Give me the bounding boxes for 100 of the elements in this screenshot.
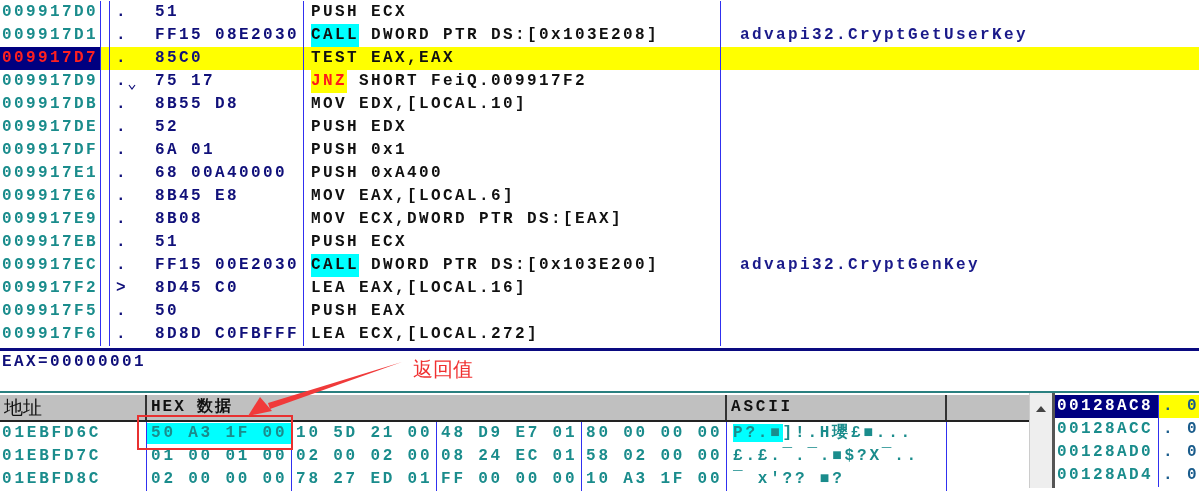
comment: advapi32.CryptGetUserKey — [740, 26, 1029, 44]
branch-marker: . — [116, 301, 128, 322]
branch-marker: . — [116, 48, 128, 69]
branch-marker: . — [116, 232, 128, 253]
address-cell[interactable]: 009917DE — [0, 116, 101, 139]
stack-value: . 0 — [1162, 419, 1199, 440]
hex-cell: 75 17 — [155, 70, 304, 93]
address-cell[interactable]: 009917D9 — [0, 70, 101, 93]
hex-cell: 10 A3 1F 00 — [582, 468, 727, 491]
branch-marker: . — [116, 117, 128, 138]
hex-cell: 68 00A40000 — [155, 162, 304, 185]
operands: DWORD PTR DS:[0x103E208] — [371, 25, 660, 46]
hex-cell: 52 — [155, 116, 304, 139]
branch-marker: . — [116, 163, 128, 184]
operands: ECX,DWORD PTR DS:[EAX] — [359, 209, 624, 230]
hex-cell: FF 00 00 00 — [437, 468, 582, 491]
operands: EAX,[LOCAL.16] — [359, 278, 528, 299]
operands: SHORT FeiQ.009917F2 — [359, 71, 588, 92]
branch-marker: . — [116, 94, 128, 115]
address-cell[interactable]: 009917D7 — [0, 47, 101, 70]
hex-cell: 10 5D 21 00 — [292, 422, 437, 445]
mnemonic: MOV — [311, 94, 347, 115]
mnemonic: MOV — [311, 186, 347, 207]
address-cell: 01EBFD7C — [0, 445, 147, 468]
operands: EDX — [371, 117, 408, 138]
branch-marker: . — [116, 255, 128, 276]
address-cell[interactable]: 009917E1 — [0, 162, 101, 185]
operands: EAX,EAX — [371, 48, 456, 69]
address-cell[interactable]: 00128AD0 — [1055, 441, 1159, 464]
ascii-text: £.£.¯.¯.■$?X¯.. — [733, 447, 920, 465]
address-cell[interactable]: 00128ACC — [1055, 418, 1159, 441]
stack-value: . 0 — [1162, 442, 1199, 463]
mnemonic: PUSH — [311, 301, 359, 322]
ascii-text: P?.■ — [733, 424, 783, 442]
branch-marker: . — [116, 140, 128, 161]
annotation-label: 返回值 — [413, 356, 473, 383]
branch-marker: . — [116, 186, 128, 207]
address-cell[interactable]: 009917EB — [0, 231, 101, 254]
branch-marker: . — [116, 209, 128, 230]
mnemonic: JNZ — [311, 70, 347, 93]
hex-cell: 48 D9 E7 01 — [437, 422, 582, 445]
operands: 0xA400 — [371, 163, 444, 184]
address-cell[interactable]: 00128AD4 — [1055, 464, 1159, 487]
stack-value: . 0 — [1162, 465, 1199, 486]
operands: DWORD PTR DS:[0x103E200] — [371, 255, 660, 276]
hex-cell: 58 02 00 00 — [582, 445, 727, 468]
address-cell: 01EBFD8C — [0, 468, 147, 491]
address-cell[interactable]: 009917F5 — [0, 300, 101, 323]
address-cell[interactable]: 009917E6 — [0, 185, 101, 208]
branch-marker: . — [116, 25, 128, 46]
stack-value: . 0 — [1159, 395, 1199, 418]
address-cell[interactable]: 009917DF — [0, 139, 101, 162]
hex-cell: 08 24 EC 01 — [437, 445, 582, 468]
hex-cell: 51 — [155, 1, 304, 24]
branch-marker: > — [116, 278, 128, 299]
mnemonic: PUSH — [311, 2, 359, 23]
address-cell[interactable]: 009917E9 — [0, 208, 101, 231]
address-cell[interactable]: 009917EC — [0, 254, 101, 277]
column-header: 地址 — [0, 395, 147, 420]
branch-marker: . — [116, 324, 128, 345]
mnemonic: PUSH — [311, 140, 359, 161]
mnemonic: TEST — [311, 48, 359, 69]
hex-cell: 80 00 00 00 — [582, 422, 727, 445]
hex-cell: 51 — [155, 231, 304, 254]
hex-cell: 78 27 ED 01 — [292, 468, 437, 491]
hex-cell: 50 — [155, 300, 304, 323]
mnemonic: PUSH — [311, 117, 359, 138]
mnemonic: CALL — [311, 24, 359, 47]
hex-cell: 02 00 02 00 — [292, 445, 437, 468]
hex-cell: FF15 00E2030 — [155, 254, 304, 277]
hex-cell: 50 A3 1F 00 — [147, 423, 292, 444]
ascii-text: ]!.H瓔£■... — [782, 424, 914, 442]
operands: EAX — [371, 301, 408, 322]
hex-cell: 02 00 00 00 — [147, 468, 292, 491]
column-header: ASCII — [727, 395, 947, 420]
branch-marker: . — [116, 71, 128, 92]
branch-marker: . — [116, 2, 128, 23]
hex-cell: 8D45 C0 — [155, 277, 304, 300]
address-cell[interactable]: 009917DB — [0, 93, 101, 116]
hex-cell: 6A 01 — [155, 139, 304, 162]
mnemonic: MOV — [311, 209, 347, 230]
address-cell[interactable]: 009917F6 — [0, 323, 101, 346]
mnemonic: PUSH — [311, 232, 359, 253]
operands: 0x1 — [371, 140, 408, 161]
hex-cell: 8D8D C0FBFFF — [155, 323, 304, 346]
register-value: EAX=00000001 — [2, 353, 147, 371]
mnemonic: LEA — [311, 278, 347, 299]
address-cell[interactable]: 009917D0 — [0, 1, 101, 24]
hex-cell: 8B55 D8 — [155, 93, 304, 116]
operands: ECX — [371, 2, 408, 23]
mnemonic: LEA — [311, 324, 347, 345]
scroll-up-icon[interactable] — [1036, 406, 1046, 412]
hex-cell: 85C0 — [155, 47, 304, 70]
hex-cell: 8B45 E8 — [155, 185, 304, 208]
address-cell[interactable]: 00128AC8 — [1055, 395, 1159, 418]
operands: EAX,[LOCAL.6] — [359, 186, 516, 207]
address-cell[interactable]: 009917F2 — [0, 277, 101, 300]
mnemonic: PUSH — [311, 163, 359, 184]
operands: ECX,[LOCAL.272] — [359, 324, 540, 345]
mnemonic: CALL — [311, 254, 359, 277]
